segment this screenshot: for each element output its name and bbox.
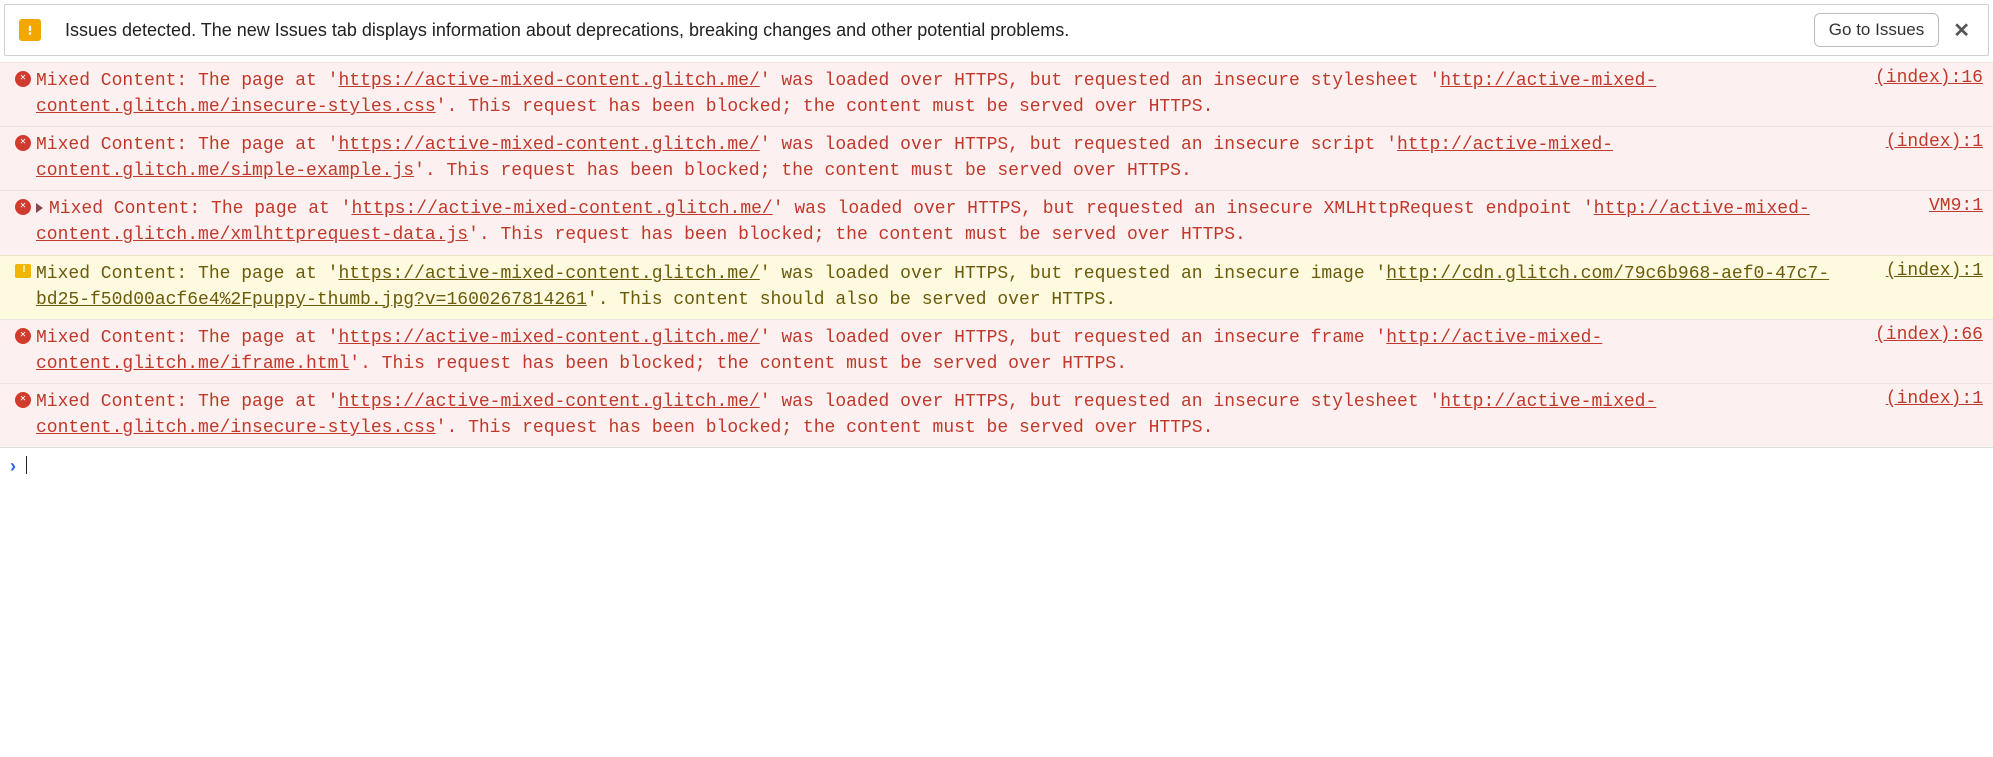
url-link[interactable]: https://active-mixed-content.glitch.me/ <box>351 199 772 219</box>
url-link[interactable]: https://active-mixed-content.glitch.me/ <box>338 328 759 348</box>
url-link[interactable]: https://active-mixed-content.glitch.me/ <box>338 392 759 412</box>
message-text: Mixed Content: The page at 'https://acti… <box>36 68 1859 120</box>
source-link[interactable]: (index):66 <box>1859 325 1983 345</box>
url-link[interactable]: http://cdn.glitch.com/79c6b968-aef0-47c7… <box>36 264 1829 310</box>
issues-banner: Issues detected. The new Issues tab disp… <box>4 4 1989 56</box>
url-link[interactable]: http://active-mixed-content.glitch.me/xm… <box>36 199 1810 245</box>
console-log: Mixed Content: The page at 'https://acti… <box>0 62 1993 447</box>
url-link[interactable]: http://active-mixed-content.glitch.me/si… <box>36 135 1613 181</box>
error-icon <box>15 71 31 87</box>
source-link[interactable]: VM9:1 <box>1913 196 1983 216</box>
console-prompt[interactable]: › <box>0 447 1993 485</box>
error-icon <box>15 199 31 215</box>
console-message: Mixed Content: The page at 'https://acti… <box>0 255 1993 319</box>
error-icon <box>15 328 31 344</box>
text-cursor <box>26 456 27 474</box>
source-link[interactable]: (index):1 <box>1870 389 1983 409</box>
source-link[interactable]: (index):1 <box>1870 261 1983 281</box>
url-link[interactable]: http://active-mixed-content.glitch.me/in… <box>36 392 1656 438</box>
error-icon <box>15 392 31 408</box>
source-link[interactable]: (index):1 <box>1870 132 1983 152</box>
message-text: Mixed Content: The page at 'https://acti… <box>36 325 1859 377</box>
go-to-issues-button[interactable]: Go to Issues <box>1814 13 1939 47</box>
url-link[interactable]: https://active-mixed-content.glitch.me/ <box>338 135 759 155</box>
issues-badge-icon <box>19 19 41 41</box>
url-link[interactable]: https://active-mixed-content.glitch.me/ <box>338 264 759 284</box>
prompt-caret-icon: › <box>10 456 16 477</box>
console-message: Mixed Content: The page at 'https://acti… <box>0 126 1993 190</box>
warning-icon <box>15 264 31 278</box>
issues-banner-text: Issues detected. The new Issues tab disp… <box>65 20 1814 41</box>
source-link[interactable]: (index):16 <box>1859 68 1983 88</box>
message-text: Mixed Content: The page at 'https://acti… <box>36 132 1870 184</box>
console-message: Mixed Content: The page at 'https://acti… <box>0 62 1993 126</box>
console-message: Mixed Content: The page at 'https://acti… <box>0 319 1993 383</box>
message-text: Mixed Content: The page at 'https://acti… <box>36 389 1870 441</box>
console-message: Mixed Content: The page at 'https://acti… <box>0 190 1993 254</box>
message-text: Mixed Content: The page at 'https://acti… <box>36 261 1870 313</box>
expand-disclosure-icon[interactable] <box>36 203 43 213</box>
url-link[interactable]: https://active-mixed-content.glitch.me/ <box>338 71 759 91</box>
message-text: Mixed Content: The page at 'https://acti… <box>36 196 1913 248</box>
console-message: Mixed Content: The page at 'https://acti… <box>0 383 1993 447</box>
error-icon <box>15 135 31 151</box>
close-icon[interactable]: ✕ <box>1949 18 1974 43</box>
url-link[interactable]: http://active-mixed-content.glitch.me/if… <box>36 328 1602 374</box>
url-link[interactable]: http://active-mixed-content.glitch.me/in… <box>36 71 1656 117</box>
